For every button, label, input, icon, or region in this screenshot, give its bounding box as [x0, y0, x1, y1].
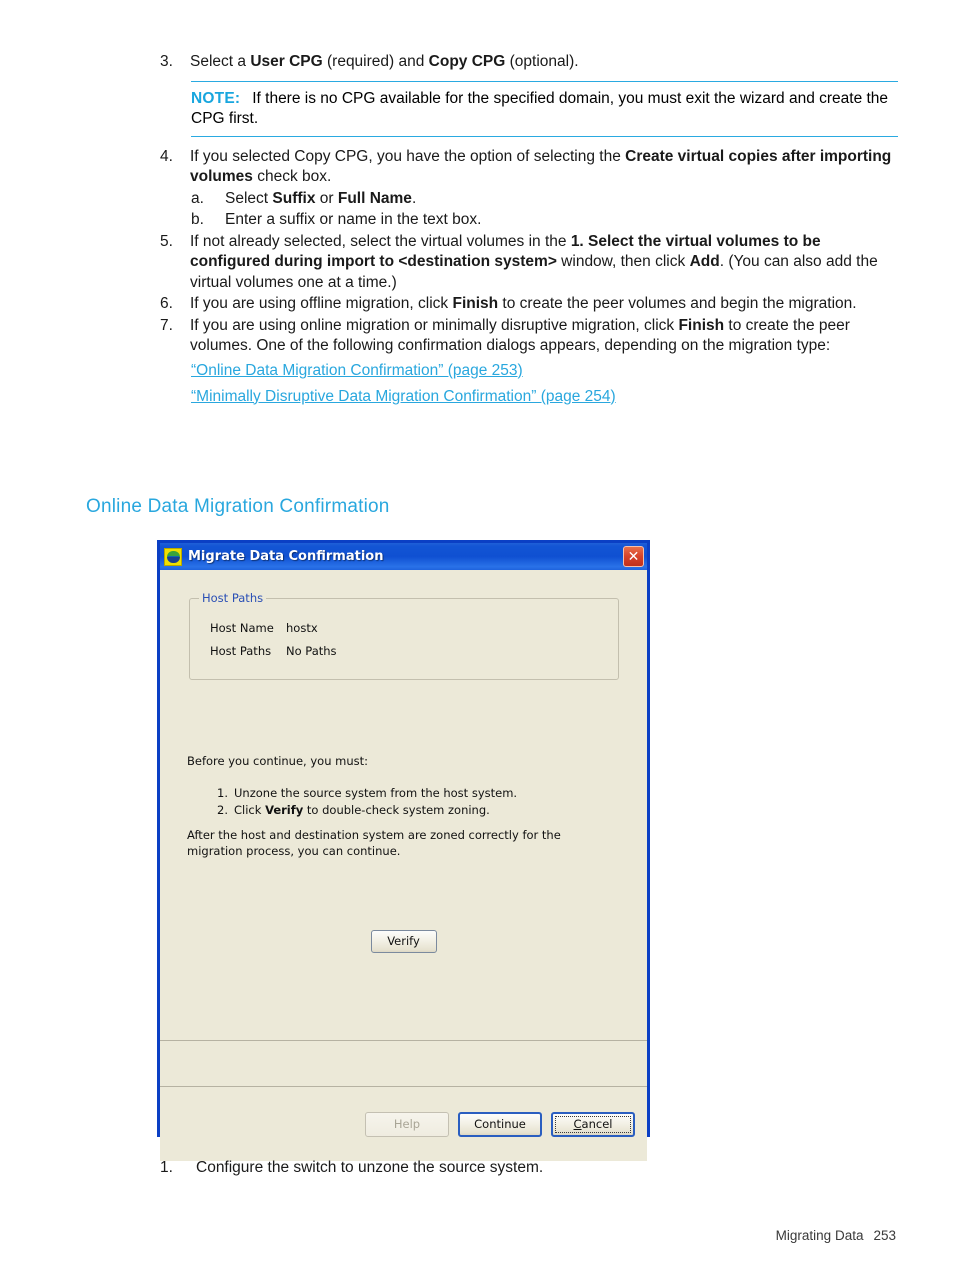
step-4-seg-0: If you selected Copy CPG, you have the o… — [190, 147, 626, 165]
xref-online-data-migration-confirmation[interactable]: “Online Data Migration Confirmation” (pa… — [191, 358, 900, 384]
xref-minimally-disruptive-data-migration-confirmation[interactable]: “Minimally Disruptive Data Migration Con… — [191, 384, 900, 410]
instruction-1-text: Unzone the source system from the host s… — [234, 786, 518, 800]
instruction-2-bold: Verify — [265, 803, 304, 817]
step-4a-number: a. — [191, 189, 204, 207]
continue-button[interactable]: Continue — [458, 1111, 542, 1137]
step-4a-seg-0: Select — [225, 189, 273, 207]
cancel-label-rest: ancel — [581, 1116, 613, 1131]
post-figure-step-1-number: 1. — [160, 1159, 173, 1176]
dialog-separator-upper — [160, 1040, 647, 1041]
step-3-number: 3. — [160, 53, 173, 70]
page-footer: Migrating Data 253 — [776, 1228, 896, 1243]
note-body: If there is no CPG available for the spe… — [191, 89, 889, 128]
step-4-seg-2: check box. — [252, 168, 332, 185]
step-6-number: 6. — [160, 295, 173, 312]
dialog-button-bar: Help Continue Cancel — [160, 1087, 647, 1161]
dialog-instruction-list: 1. Unzone the source system from the host… — [217, 785, 517, 819]
cancel-accel-char: C — [573, 1116, 582, 1131]
instruction-item-1: 1. Unzone the source system from the host… — [217, 785, 517, 802]
step-7-seg-1: Finish — [678, 316, 725, 334]
procedure-steps: 3. Select a User CPG (required) and Copy… — [155, 52, 900, 410]
footer-page-number: 253 — [873, 1228, 896, 1243]
instruction-item-2: 2. Click Verify to double-check system zo… — [217, 802, 517, 819]
step-3-seg-3: Copy CPG — [428, 53, 506, 70]
host-paths-value: No Paths — [286, 644, 337, 658]
instruction-2-post: to double-check system zoning. — [303, 803, 490, 817]
dialog-outro-text: After the host and destination system ar… — [187, 827, 607, 859]
note-admonition: NOTE: If there is no CPG available for th… — [191, 80, 898, 137]
help-button[interactable]: Help — [365, 1111, 449, 1137]
step-4b-text: Enter a suffix or name in the text box. — [225, 211, 482, 228]
step-3-text: Select a User CPG (required) and Copy CP… — [190, 52, 900, 73]
step-5-seg-0: If not already selected, select the virt… — [190, 232, 571, 250]
step-6-text: If you are using offline migration, clic… — [190, 294, 900, 315]
host-paths-groupbox-title: Host Paths — [199, 591, 267, 605]
host-paths-groupbox: Host Paths Host Name hostx Host Paths No P… — [189, 591, 619, 680]
instruction-1-number: 1. — [217, 786, 228, 800]
step-4a-text: Select Suffix or Full Name. — [225, 189, 900, 210]
step-4a-seg-4: . — [411, 189, 417, 207]
host-name-row: Host Name hostx — [210, 621, 318, 635]
dialog-intro-text: Before you continue, you must: — [187, 754, 369, 768]
note-label: NOTE: — [191, 89, 241, 107]
note-text: NOTE: If there is no CPG available for th… — [191, 89, 898, 130]
verify-button-row: Verify — [160, 930, 647, 953]
migrate-data-confirmation-dialog: Migrate Data Confirmation ✕ Host Paths H… — [157, 540, 650, 1161]
host-paths-label: Host Paths — [210, 644, 272, 658]
step-4b-number: b. — [191, 211, 204, 228]
app-logo-icon — [164, 547, 182, 566]
step-4a: a. Select Suffix or Full Name. — [155, 189, 900, 210]
step-7-number: 7. — [160, 316, 173, 334]
host-name-label: Host Name — [210, 621, 274, 635]
verify-button[interactable]: Verify — [370, 930, 437, 953]
step-4-text: If you selected Copy CPG, you have the o… — [190, 147, 900, 188]
step-5-text: If not already selected, select the virt… — [190, 232, 900, 294]
step-5-seg-3: Add — [689, 253, 720, 270]
step-7-text: If you are using online migration or min… — [190, 316, 900, 357]
dialog-outro-line1: After the host and destination system ar… — [187, 828, 561, 842]
step-7-seg-0: If you are using online migration or min… — [190, 316, 679, 334]
step-6-seg-2: to create the peer volumes and begin the… — [498, 295, 857, 312]
dialog-title: Migrate Data Confirmation — [188, 549, 384, 564]
step-4: 4. If you selected Copy CPG, you have th… — [155, 147, 900, 188]
step-6: 6. If you are using offline migration, c… — [155, 294, 900, 315]
step-3-seg-4: (optional). — [505, 53, 579, 70]
close-icon[interactable]: ✕ — [623, 546, 644, 567]
step-3-seg-2: (required) and — [322, 53, 429, 70]
host-paths-row: Host Paths No Paths — [210, 644, 337, 658]
post-figure-step-1: 1. Configure the switch to unzone the so… — [155, 1158, 900, 1179]
footer-chapter: Migrating Data — [775, 1228, 864, 1243]
step-4a-seg-3: Full Name — [337, 189, 412, 207]
instruction-2-number: 2. — [217, 803, 228, 817]
step-3-seg-1: User CPG — [250, 53, 323, 70]
section-heading: Online Data Migration Confirmation — [86, 496, 390, 517]
dialog-outro-line2: migration process, you can continue. — [187, 844, 401, 858]
dialog-body: Host Paths Host Name hostx Host Paths No P… — [160, 570, 647, 1161]
step-4a-seg-2: or — [315, 189, 338, 207]
step-3: 3. Select a User CPG (required) and Copy… — [155, 52, 900, 73]
instruction-2-pre: Click — [234, 803, 266, 817]
step-4-number: 4. — [160, 147, 173, 165]
cancel-button[interactable]: Cancel — [551, 1111, 635, 1137]
step-6-seg-1: Finish — [452, 295, 499, 312]
step-5: 5. If not already selected, select the v… — [155, 232, 900, 294]
step-4b: b. Enter a suffix or name in the text bo… — [155, 210, 900, 231]
host-name-value: hostx — [286, 621, 318, 635]
step-3-seg-0: Select a — [190, 53, 251, 70]
step-6-seg-0: If you are using offline migration, clic… — [190, 295, 453, 312]
step-5-number: 5. — [160, 232, 173, 250]
document-page: 3. Select a User CPG (required) and Copy… — [0, 0, 954, 1271]
dialog-titlebar[interactable]: Migrate Data Confirmation ✕ — [160, 543, 647, 570]
post-figure-step-1-text: Configure the switch to unzone the sourc… — [196, 1159, 544, 1176]
step-4a-seg-1: Suffix — [272, 189, 316, 207]
step-7: 7. If you are using online migration or … — [155, 316, 900, 357]
step-5-seg-2: window, then click — [556, 253, 690, 270]
